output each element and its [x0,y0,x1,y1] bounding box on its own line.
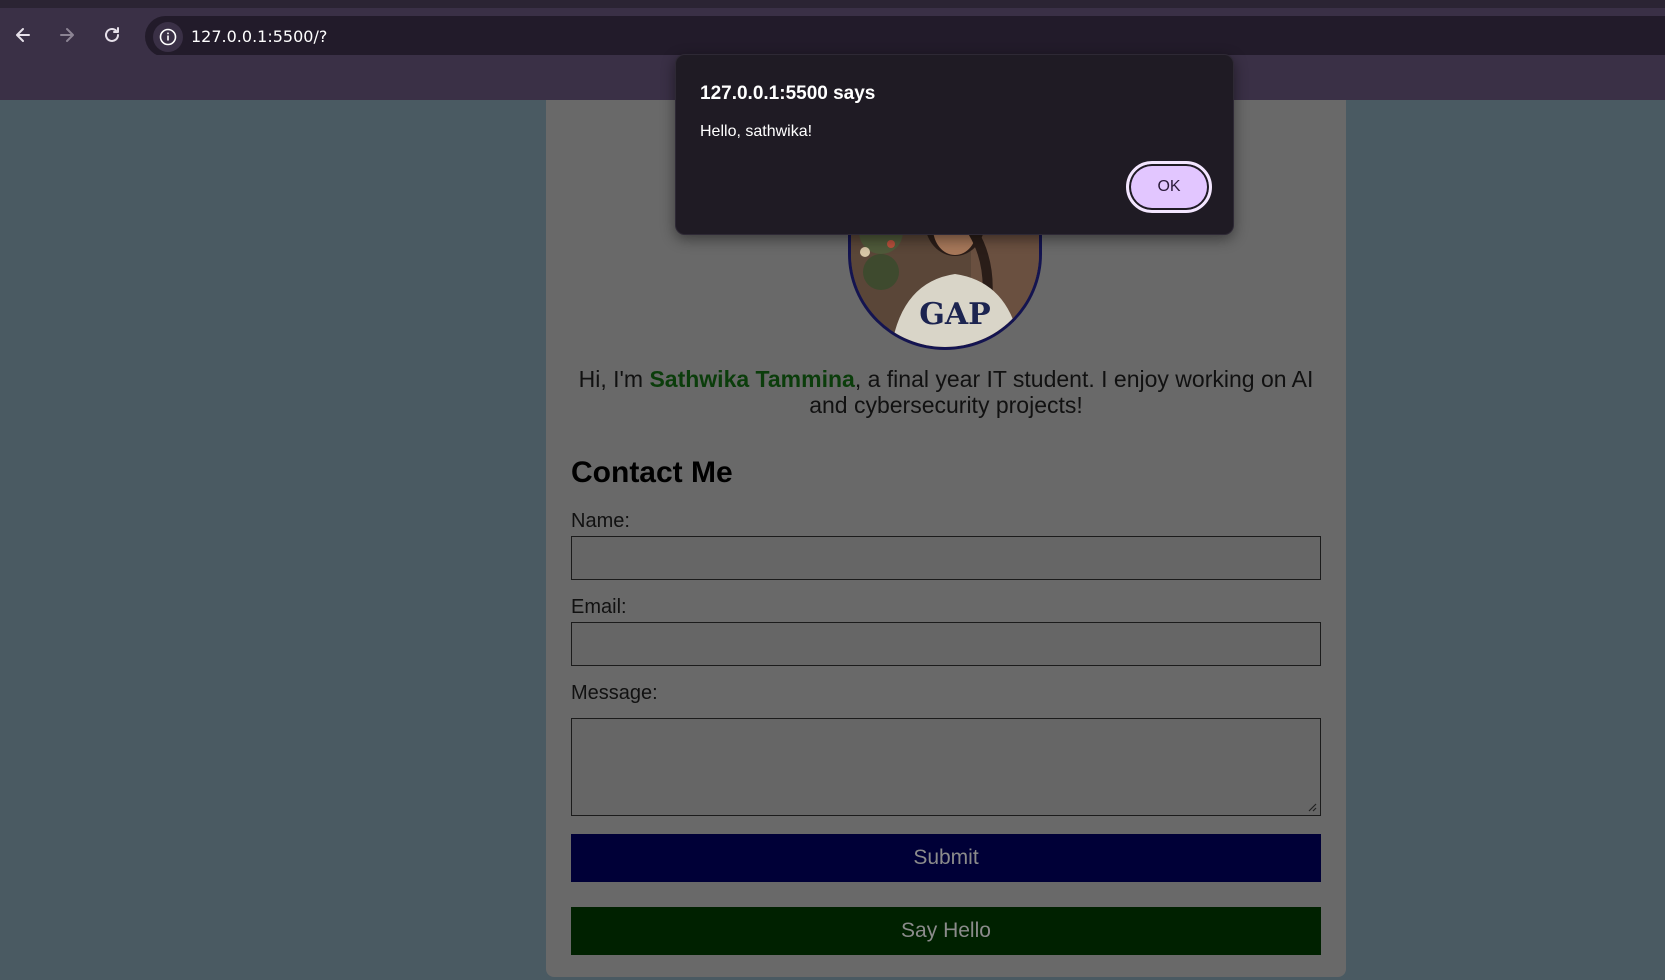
message-field[interactable] [571,718,1321,816]
url-text: 127.0.0.1:5500/? [191,27,328,46]
ok-button[interactable]: OK [1126,161,1212,213]
say-hello-button[interactable]: Say Hello [571,907,1321,955]
email-label: Email: [571,596,627,618]
site-info-icon[interactable] [153,22,183,52]
alert-dialog: 127.0.0.1:5500 says Hello, sathwika! OK [675,54,1234,235]
browser-tabstrip [0,0,1665,8]
profile-name: Sathwika Tammina [649,366,855,392]
intro-text: Hi, I'm Sathwika Tammina, a final year I… [570,366,1322,418]
contact-title: Contact Me [571,456,733,489]
name-label: Name: [571,510,630,532]
intro-prefix: Hi, I'm [578,366,650,392]
submit-button[interactable]: Submit [571,834,1321,882]
name-field[interactable] [571,536,1321,580]
dialog-message: Hello, sathwika! [700,123,813,140]
svg-text:GAP: GAP [919,297,990,332]
forward-arrow-icon[interactable] [52,20,82,50]
browser-toolbar: 127.0.0.1:5500/? [0,8,1665,57]
intro-suffix: , a final year IT student. I enjoy worki… [809,366,1314,418]
message-label: Message: [571,682,658,704]
dialog-title: 127.0.0.1:5500 says [700,83,876,104]
address-bar[interactable]: 127.0.0.1:5500/? [145,16,1665,57]
resize-grip-icon[interactable] [1307,802,1317,812]
reload-icon[interactable] [97,20,127,50]
email-field[interactable] [571,622,1321,666]
back-arrow-icon[interactable] [8,20,38,50]
